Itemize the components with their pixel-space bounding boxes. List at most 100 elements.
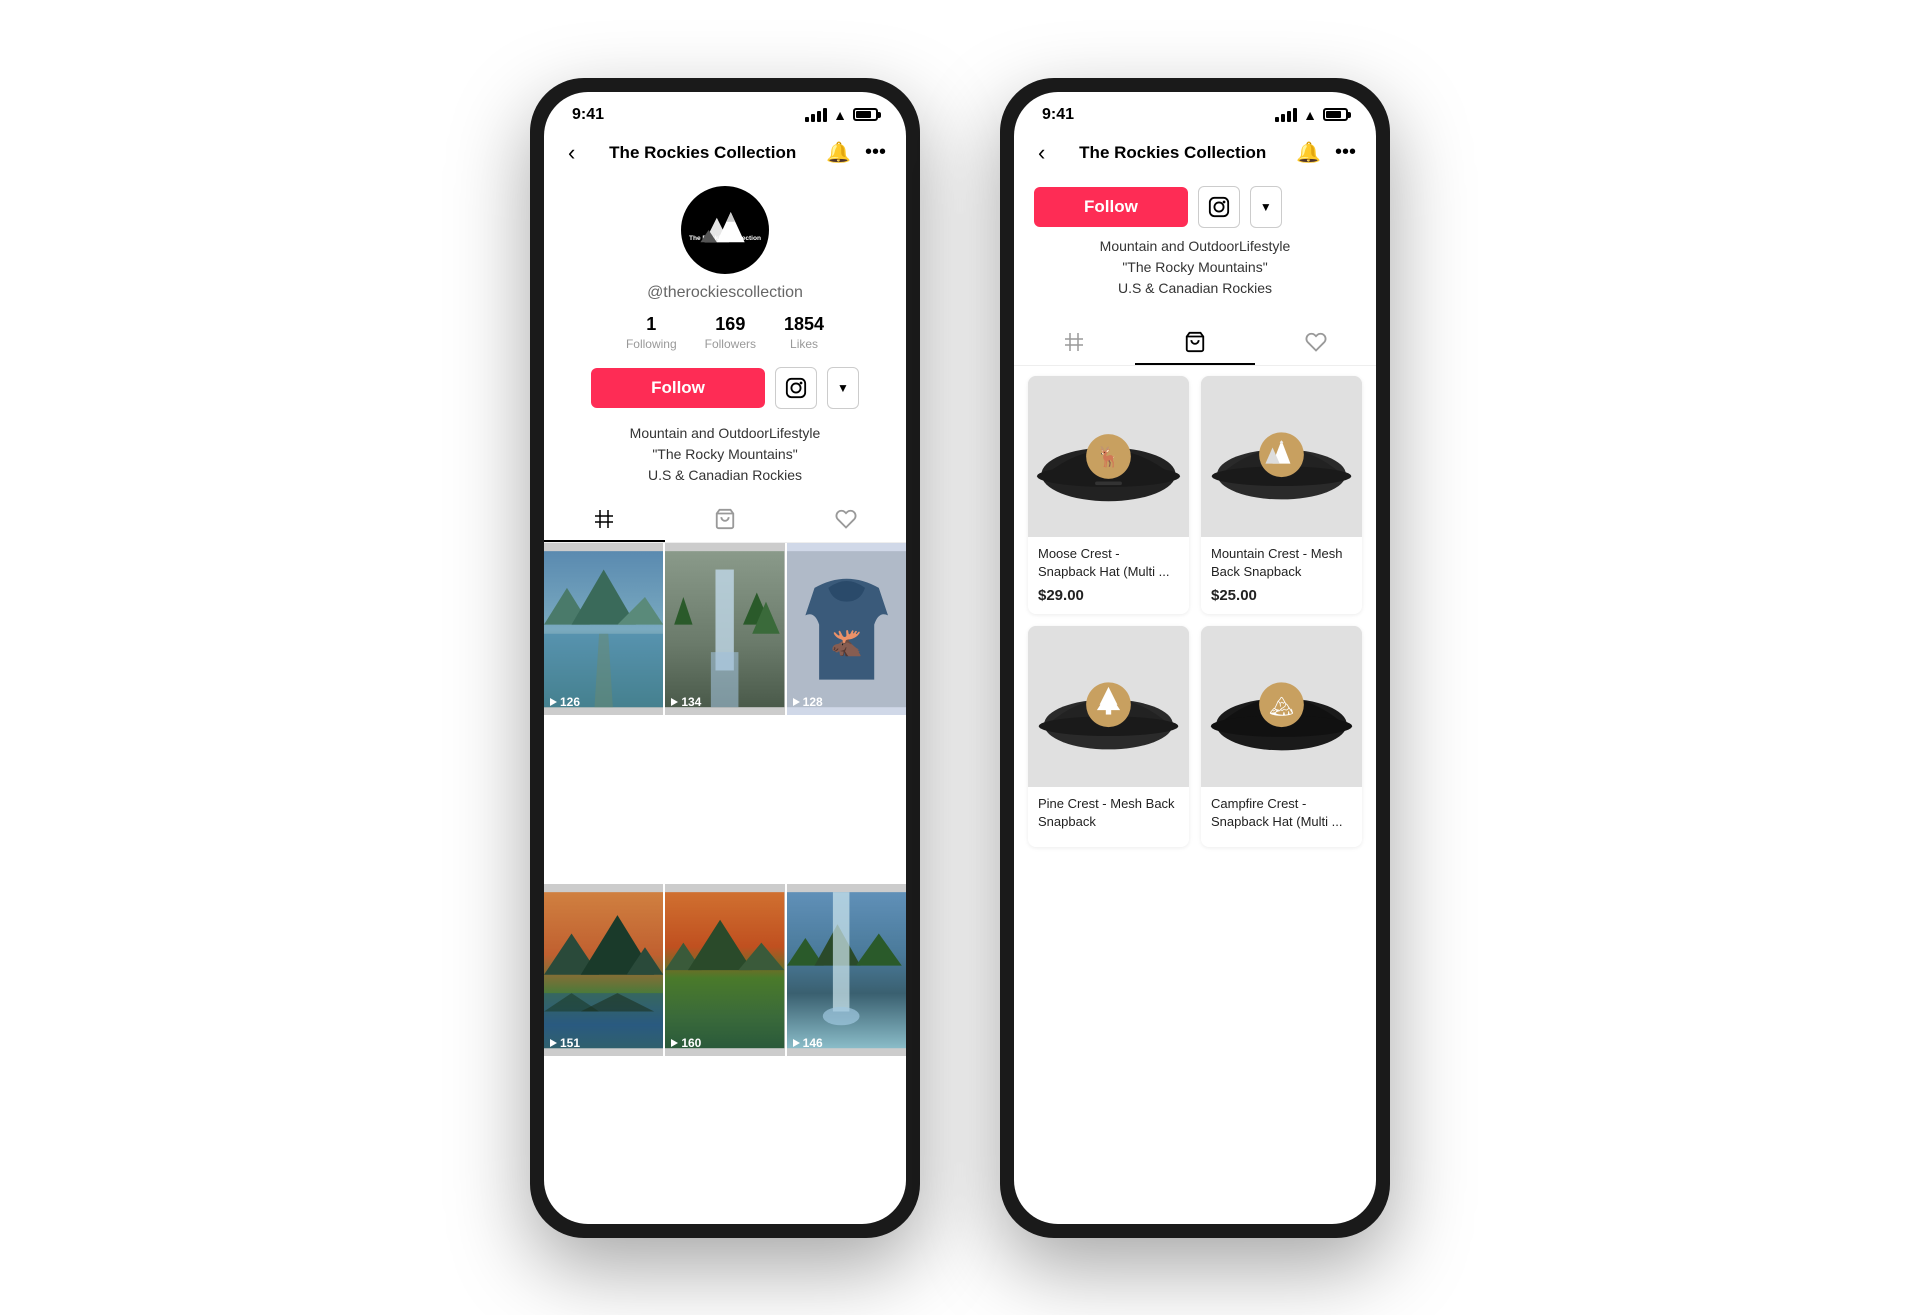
tab-liked-left[interactable] xyxy=(785,498,906,542)
more-icon-left[interactable]: ••• xyxy=(865,141,886,164)
battery-icon-left xyxy=(853,108,878,121)
scene: 9:41 ▲ ‹ The Rockies Coll xyxy=(0,0,1920,1315)
phone-left: 9:41 ▲ ‹ The Rockies Coll xyxy=(530,78,920,1238)
followers-label: Followers xyxy=(705,337,756,351)
product-info-1: Moose Crest - Snapback Hat (Multi ... $2… xyxy=(1028,537,1189,614)
stats-row-left: 1 Following 169 Followers 1854 Likes xyxy=(626,314,824,353)
likes-count: 1854 xyxy=(784,314,824,335)
tabs-row-left xyxy=(544,498,906,543)
product-card-1[interactable]: 🦌 Moose Crest - Snapback Hat (Multi ... … xyxy=(1028,376,1189,614)
video-grid-left: 126 xyxy=(544,543,906,1224)
video-count-2: 134 xyxy=(671,695,701,709)
video-count-3: 128 xyxy=(793,695,823,709)
shop-content-right: 🦌 Moose Crest - Snapback Hat (Multi ... … xyxy=(1014,366,1376,1224)
video-cell-6[interactable]: 146 xyxy=(787,884,906,1056)
notification-icon-right[interactable]: 🔔 xyxy=(1296,140,1321,165)
video-cell-1[interactable]: 126 xyxy=(544,543,663,715)
instagram-button-right[interactable] xyxy=(1198,186,1240,228)
following-label: Following xyxy=(626,337,677,351)
page-title-left: The Rockies Collection xyxy=(579,143,826,163)
bio-left: Mountain and OutdoorLifestyle "The Rocky… xyxy=(630,423,821,486)
following-count: 1 xyxy=(626,314,677,335)
tab-grid-right[interactable] xyxy=(1014,321,1135,365)
svg-text:🏔: 🏔 xyxy=(1269,696,1294,718)
stat-following-left: 1 Following xyxy=(626,314,677,353)
product-info-4: Campfire Crest - Snapback Hat (Multi ... xyxy=(1201,787,1362,847)
product-card-2[interactable]: Mountain Crest - Mesh Back Snapback $25.… xyxy=(1201,376,1362,614)
video-cell-5[interactable]: 160 xyxy=(665,884,784,1056)
svg-text:🦌: 🦌 xyxy=(1096,445,1120,468)
wifi-icon-right: ▲ xyxy=(1303,107,1317,123)
dropdown-button-left[interactable]: ▼ xyxy=(827,367,859,409)
nav-actions-left: 🔔 ••• xyxy=(826,140,886,165)
tab-shop-left[interactable] xyxy=(665,498,786,542)
avatar-svg-left: The Rockies Collection xyxy=(684,189,766,271)
product-name-3: Pine Crest - Mesh Back Snapback xyxy=(1038,795,1179,831)
time-left: 9:41 xyxy=(572,106,604,124)
signal-icon-right xyxy=(1275,108,1297,122)
product-name-4: Campfire Crest - Snapback Hat (Multi ... xyxy=(1211,795,1352,831)
product-price-2: $25.00 xyxy=(1211,587,1352,604)
video-count-5: 160 xyxy=(671,1036,701,1050)
battery-icon-right xyxy=(1323,108,1348,121)
tabs-row-right xyxy=(1014,321,1376,366)
product-card-3[interactable]: Pine Crest - Mesh Back Snapback xyxy=(1028,626,1189,847)
username-left: @therockiescollection xyxy=(647,284,803,302)
tab-liked-right[interactable] xyxy=(1255,321,1376,365)
product-img-3 xyxy=(1028,626,1189,787)
bio-right: Mountain and OutdoorLifestyle "The Rocky… xyxy=(1014,236,1376,309)
product-info-2: Mountain Crest - Mesh Back Snapback $25.… xyxy=(1201,537,1362,614)
phone-right-screen: 9:41 ▲ ‹ The Rockies Coll xyxy=(1014,92,1376,1224)
product-grid-right: 🦌 Moose Crest - Snapback Hat (Multi ... … xyxy=(1028,376,1362,848)
status-icons-left: ▲ xyxy=(805,107,878,123)
stat-followers-left: 169 Followers xyxy=(705,314,756,353)
video-cell-2[interactable]: 134 xyxy=(665,543,784,715)
follow-button-right[interactable]: Follow xyxy=(1034,187,1188,227)
more-icon-right[interactable]: ••• xyxy=(1335,141,1356,164)
back-button-right[interactable]: ‹ xyxy=(1034,136,1049,170)
video-cell-3[interactable]: 🫎 128 xyxy=(787,543,906,715)
dropdown-button-right[interactable]: ▼ xyxy=(1250,186,1282,228)
nav-bar-right: ‹ The Rockies Collection 🔔 ••• xyxy=(1014,128,1376,178)
follow-button-left[interactable]: Follow xyxy=(591,368,765,408)
phone-left-screen: 9:41 ▲ ‹ The Rockies Coll xyxy=(544,92,906,1224)
product-info-3: Pine Crest - Mesh Back Snapback xyxy=(1028,787,1189,847)
svg-text:🫎: 🫎 xyxy=(830,629,862,658)
back-button-left[interactable]: ‹ xyxy=(564,136,579,170)
product-img-2 xyxy=(1201,376,1362,537)
status-bar-right: 9:41 ▲ xyxy=(1014,92,1376,128)
product-name-1: Moose Crest - Snapback Hat (Multi ... xyxy=(1038,545,1179,581)
tab-grid-left[interactable] xyxy=(544,498,665,542)
video-count-1: 126 xyxy=(550,695,580,709)
tab-shop-right[interactable] xyxy=(1135,321,1256,365)
follow-row-right: Follow ▼ xyxy=(1014,178,1376,236)
product-img-4: 🏔 xyxy=(1201,626,1362,787)
nav-bar-left: ‹ The Rockies Collection 🔔 ••• xyxy=(544,128,906,178)
time-right: 9:41 xyxy=(1042,106,1074,124)
bio-line1-right: Mountain and OutdoorLifestyle xyxy=(1100,238,1291,254)
product-img-1: 🦌 xyxy=(1028,376,1189,537)
video-cell-4[interactable]: 151 xyxy=(544,884,663,1056)
status-bar-left: 9:41 ▲ xyxy=(544,92,906,128)
instagram-button-left[interactable] xyxy=(775,367,817,409)
likes-label: Likes xyxy=(790,337,818,351)
wifi-icon-left: ▲ xyxy=(833,107,847,123)
bio-line2-right: "The Rocky Mountains" xyxy=(1122,259,1267,275)
followers-count: 169 xyxy=(705,314,756,335)
signal-icon-left xyxy=(805,108,827,122)
page-title-right: The Rockies Collection xyxy=(1049,143,1296,163)
stat-likes-left: 1854 Likes xyxy=(784,314,824,353)
avatar-left: The Rockies Collection xyxy=(681,186,769,274)
product-card-4[interactable]: 🏔 Campfire Crest - Snapback Hat (Multi .… xyxy=(1201,626,1362,847)
product-price-1: $29.00 xyxy=(1038,587,1179,604)
bio-line3-right: U.S & Canadian Rockies xyxy=(1118,280,1272,296)
bio-line3-left: U.S & Canadian Rockies xyxy=(648,467,802,483)
profile-section-left: The Rockies Collection @therockiescollec… xyxy=(544,178,906,498)
action-row-left: Follow ▼ xyxy=(591,367,859,409)
phone-right: 9:41 ▲ ‹ The Rockies Coll xyxy=(1000,78,1390,1238)
video-count-6: 146 xyxy=(793,1036,823,1050)
video-count-4: 151 xyxy=(550,1036,580,1050)
bio-line2-left: "The Rocky Mountains" xyxy=(652,446,797,462)
notification-icon-left[interactable]: 🔔 xyxy=(826,140,851,165)
nav-actions-right: 🔔 ••• xyxy=(1296,140,1356,165)
